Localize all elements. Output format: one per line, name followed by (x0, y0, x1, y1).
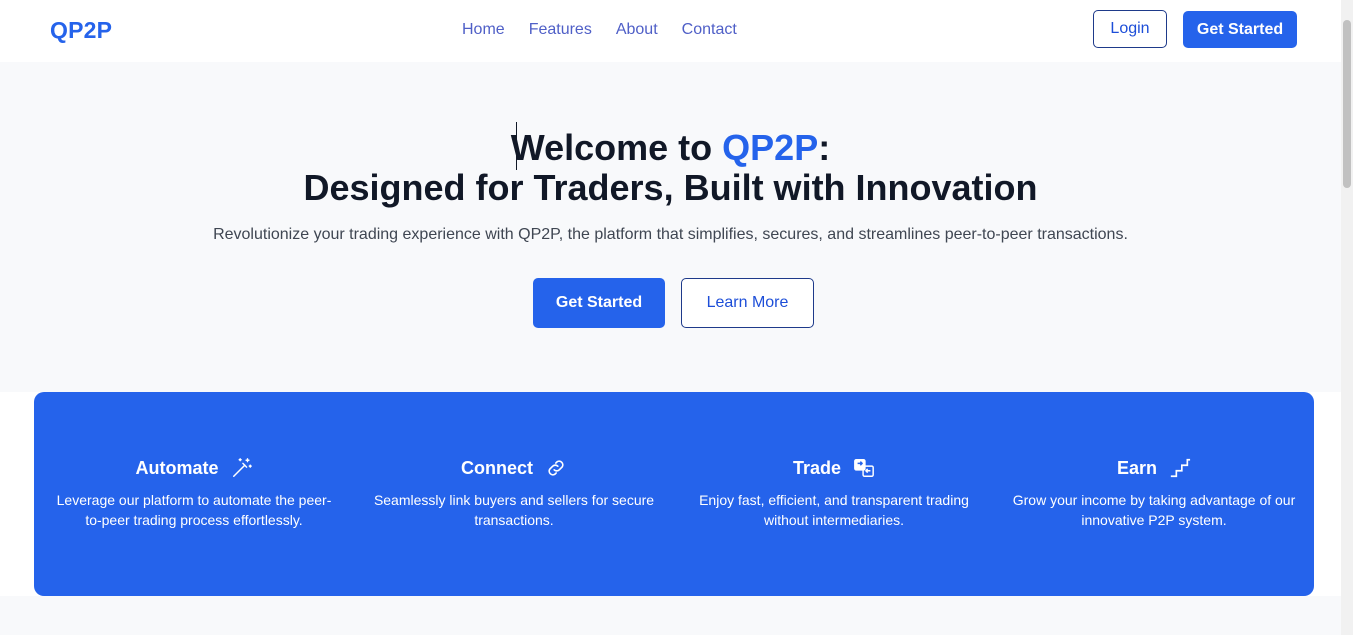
get-started-button[interactable]: Get Started (533, 278, 665, 328)
nav-link-about[interactable]: About (616, 21, 658, 39)
stairs-icon (1170, 458, 1191, 478)
magic-wand-icon (232, 458, 252, 477)
feature-automate: Automate Leverage our platform to automa… (34, 392, 354, 596)
feature-title: Connect (461, 457, 533, 478)
link-icon (548, 460, 564, 476)
page-scrollbar[interactable] (1341, 0, 1353, 635)
feature-title: Automate (135, 457, 219, 478)
feature-connect: Connect Seamlessly link buyers and selle… (354, 392, 674, 596)
nav-links: Home Features About Contact (462, 21, 737, 39)
hero-section: Welcome to QP2P: Designed for Traders, B… (0, 62, 1341, 392)
features-banner: Automate Leverage our platform to automa… (34, 392, 1314, 596)
exchange-icon (854, 459, 874, 477)
hero-buttons: Get Started Learn More (533, 278, 814, 328)
logo[interactable]: QP2P (50, 17, 112, 44)
hero-title-line2: Designed for Traders, Built with Innovat… (303, 167, 1038, 208)
hero-title-colon: : (818, 127, 831, 168)
features-section: Automate Leverage our platform to automa… (0, 392, 1341, 596)
nav-link-features[interactable]: Features (529, 21, 592, 39)
feature-description: Leverage our platform to automate the pe… (56, 492, 332, 528)
feature-description: Seamlessly link buyers and sellers for s… (373, 492, 655, 528)
navbar: QP2P Home Features About Contact Login G… (0, 0, 1341, 62)
hero-title-brand: QP2P (722, 127, 819, 168)
nav-link-home[interactable]: Home (462, 21, 505, 39)
hero-subtitle: Revolutionize your trading experience wi… (213, 226, 1128, 243)
nav-get-started-button[interactable]: Get Started (1183, 11, 1297, 48)
feature-trade: Trade Enjoy fast, efficient, and transpa… (674, 392, 994, 596)
next-section (0, 596, 1341, 635)
feature-earn: Earn Grow your income by taking advantag… (994, 392, 1314, 596)
feature-title: Trade (792, 457, 842, 478)
hero-title: Welcome to QP2P: Designed for Traders, B… (0, 128, 1341, 208)
feature-description: Grow your income by taking advantage of … (1012, 492, 1296, 528)
scrollbar-thumb[interactable] (1343, 20, 1351, 188)
login-button[interactable]: Login (1093, 10, 1167, 48)
feature-title: Earn (1116, 457, 1158, 478)
feature-description: Enjoy fast, efficient, and transparent t… (699, 492, 969, 528)
nav-link-contact[interactable]: Contact (682, 21, 737, 39)
hero-title-prefix: Welcome to (510, 127, 723, 168)
learn-more-button[interactable]: Learn More (681, 278, 814, 328)
